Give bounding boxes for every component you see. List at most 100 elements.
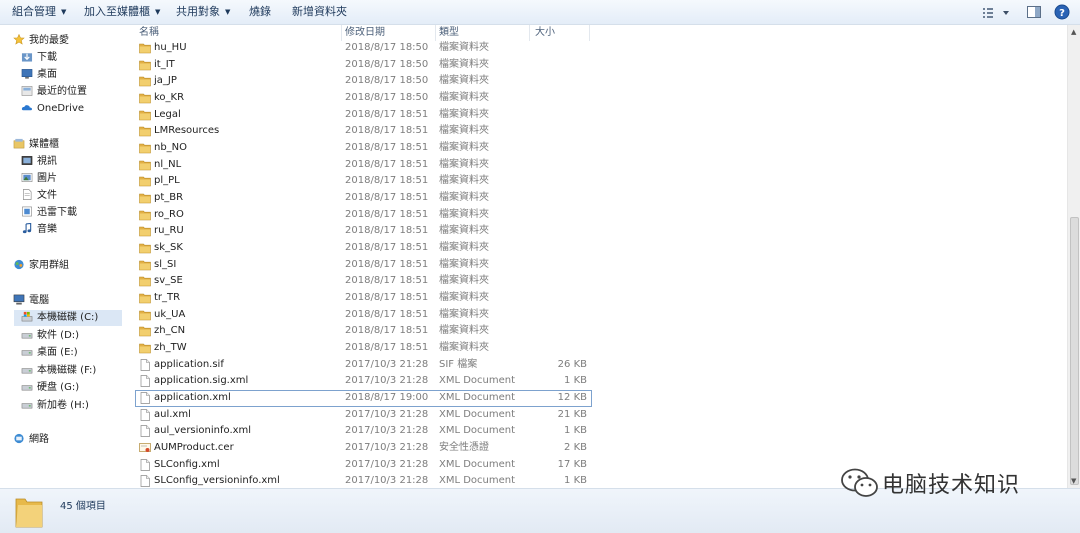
file-row[interactable]: zh_CN 2018/8/17 18:51 檔案資料夾 bbox=[127, 323, 1067, 339]
folder-icon bbox=[139, 43, 151, 54]
vertical-scrollbar[interactable]: ▲ ▼ bbox=[1067, 25, 1080, 488]
file-name: aul.xml bbox=[154, 409, 191, 420]
file-row[interactable]: uk_UA 2018/8/17 18:51 檔案資料夾 bbox=[127, 307, 1067, 323]
wechat-logo-icon bbox=[841, 468, 878, 497]
nav-xunlei[interactable]: 迅雷下載 bbox=[21, 205, 77, 221]
file-type: XML Document bbox=[439, 425, 516, 436]
file-name: pt_BR bbox=[154, 192, 184, 203]
nav-pictures[interactable]: 圖片 bbox=[21, 171, 57, 187]
file-type: 檔案資料夾 bbox=[439, 292, 489, 303]
nav-drive-g[interactable]: 硬盘 (G:) bbox=[21, 380, 79, 396]
nav-recent[interactable]: 最近的位置 bbox=[21, 84, 87, 100]
file-date: 2017/10/3 21:28 bbox=[345, 425, 429, 436]
file-row[interactable]: ru_RU 2018/8/17 18:51 檔案資料夾 bbox=[127, 223, 1067, 239]
organize-label: 組合管理 bbox=[12, 5, 56, 18]
column-header-size[interactable]: 大小 bbox=[535, 25, 555, 41]
nav-drive-d[interactable]: 軟件 (D:) bbox=[21, 328, 79, 344]
file-row[interactable]: sl_SI 2018/8/17 18:51 檔案資料夾 bbox=[127, 257, 1067, 273]
file-date: 2018/8/17 18:51 bbox=[345, 325, 429, 336]
file-row[interactable]: sk_SK 2018/8/17 18:51 檔案資料夾 bbox=[127, 240, 1067, 256]
file-type: 檔案資料夾 bbox=[439, 92, 489, 103]
file-name: uk_UA bbox=[154, 309, 186, 320]
column-divider[interactable] bbox=[589, 25, 590, 41]
nav-desktop-label: 桌面 bbox=[37, 69, 57, 80]
nav-music[interactable]: 音樂 bbox=[21, 222, 57, 238]
nav-drive-f[interactable]: 本機磁碟 (F:) bbox=[21, 363, 96, 379]
folder-icon bbox=[139, 210, 151, 221]
nav-homegroup[interactable]: 家用群組 bbox=[13, 258, 69, 274]
file-row[interactable]: sv_SE 2018/8/17 18:51 檔案資料夾 bbox=[127, 273, 1067, 289]
file-size bbox=[529, 323, 587, 339]
file-size bbox=[529, 223, 587, 239]
file-row[interactable]: ja_JP 2018/8/17 18:50 檔案資料夾 bbox=[127, 73, 1067, 89]
nav-drive-d-label: 軟件 (D:) bbox=[37, 330, 80, 341]
nav-favorites-label: 我的最愛 bbox=[29, 35, 69, 46]
nav-videos[interactable]: 視訊 bbox=[21, 154, 57, 170]
file-row[interactable]: nl_NL 2018/8/17 18:51 檔案資料夾 bbox=[127, 157, 1067, 173]
file-row[interactable]: Legal 2018/8/17 18:51 檔案資料夾 bbox=[127, 107, 1067, 123]
column-header-type[interactable]: 類型 bbox=[439, 25, 459, 41]
file-row[interactable]: LMResources 2018/8/17 18:51 檔案資料夾 bbox=[127, 123, 1067, 139]
nav-drive-e[interactable]: 桌面 (E:) bbox=[21, 345, 78, 361]
nav-network[interactable]: 網路 bbox=[13, 432, 49, 448]
file-row[interactable]: ro_RO 2018/8/17 18:51 檔案資料夾 bbox=[127, 207, 1067, 223]
file-icon bbox=[140, 409, 150, 421]
folder-icon bbox=[139, 160, 151, 171]
file-name: SLConfig_versioninfo.xml bbox=[154, 475, 280, 486]
nav-drive-c[interactable]: 本機磁碟 (C:) bbox=[14, 310, 122, 326]
file-row[interactable]: aul_versioninfo.xml 2017/10/3 21:28 XML Do… bbox=[127, 423, 1067, 439]
share-with-button[interactable]: 共用對象 ▼ bbox=[176, 5, 230, 19]
file-row[interactable]: hu_HU 2018/8/17 18:50 檔案資料夾 bbox=[127, 40, 1067, 56]
file-size bbox=[529, 123, 587, 139]
file-row[interactable]: application.xml 2018/8/17 19:00 XML Docume… bbox=[127, 390, 1067, 407]
file-size bbox=[529, 73, 587, 89]
column-header-date-label: 修改日期 bbox=[345, 27, 385, 38]
column-divider[interactable] bbox=[435, 25, 436, 41]
nav-downloads[interactable]: 下載 bbox=[21, 50, 57, 66]
view-options-button[interactable] bbox=[982, 4, 1012, 20]
column-header-name[interactable]: 名稱 bbox=[139, 25, 159, 41]
file-row[interactable]: aul.xml 2017/10/3 21:28 XML Document 21 KB bbox=[127, 407, 1067, 423]
column-divider[interactable] bbox=[529, 25, 530, 41]
nav-favorites[interactable]: 我的最愛 bbox=[13, 33, 69, 49]
music-icon bbox=[22, 223, 32, 234]
file-row[interactable]: application.sif 2017/10/3 21:28 SIF 檔案 26 K… bbox=[127, 357, 1067, 373]
file-name: ko_KR bbox=[154, 92, 185, 103]
scrollbar-thumb[interactable] bbox=[1070, 217, 1079, 485]
file-row[interactable]: AUMProduct.cer 2017/10/3 21:28 安全性憑證 2 KB bbox=[127, 440, 1067, 456]
file-row[interactable]: tr_TR 2018/8/17 18:51 檔案資料夾 bbox=[127, 290, 1067, 306]
help-button[interactable]: ? bbox=[1054, 4, 1070, 20]
folder-icon bbox=[139, 60, 151, 71]
folder-icon bbox=[139, 293, 151, 304]
column-header-date[interactable]: 修改日期 bbox=[345, 25, 385, 41]
scroll-down-icon[interactable]: ▼ bbox=[1071, 477, 1076, 485]
file-row[interactable]: pl_PL 2018/8/17 18:51 檔案資料夾 bbox=[127, 173, 1067, 189]
nav-onedrive[interactable]: OneDrive bbox=[21, 101, 84, 117]
add-to-library-button[interactable]: 加入至媒體櫃 ▼ bbox=[84, 5, 160, 19]
file-name: application.sig.xml bbox=[154, 375, 249, 386]
file-row[interactable]: ko_KR 2018/8/17 18:50 檔案資料夾 bbox=[127, 90, 1067, 106]
new-folder-button[interactable]: 新增資料夾 bbox=[292, 5, 347, 19]
nav-drive-h[interactable]: 新加卷 (H:) bbox=[21, 398, 89, 414]
nav-documents[interactable]: 文件 bbox=[21, 188, 57, 204]
burn-button[interactable]: 燒錄 bbox=[249, 5, 271, 19]
scroll-up-icon[interactable]: ▲ bbox=[1071, 28, 1076, 36]
nav-drive-c-label: 本機磁碟 (C:) bbox=[37, 312, 99, 323]
nav-desktop[interactable]: 桌面 bbox=[21, 67, 57, 83]
file-icon bbox=[140, 359, 150, 371]
file-size: 1 KB bbox=[564, 375, 587, 386]
file-row[interactable]: zh_TW 2018/8/17 18:51 檔案資料夾 bbox=[127, 340, 1067, 356]
column-divider[interactable] bbox=[341, 25, 342, 41]
file-row[interactable]: application.sig.xml 2017/10/3 21:28 XML Do… bbox=[127, 373, 1067, 389]
organize-button[interactable]: 組合管理 ▼ bbox=[12, 5, 66, 19]
file-name: aul_versioninfo.xml bbox=[154, 425, 252, 436]
file-row[interactable]: pt_BR 2018/8/17 18:51 檔案資料夾 bbox=[127, 190, 1067, 206]
preview-pane-button[interactable] bbox=[1026, 4, 1042, 20]
file-size bbox=[529, 40, 587, 56]
view-list-icon bbox=[983, 8, 1009, 18]
new-folder-label: 新增資料夾 bbox=[292, 5, 347, 18]
file-row[interactable]: it_IT 2018/8/17 18:50 檔案資料夾 bbox=[127, 57, 1067, 73]
file-row[interactable]: nb_NO 2018/8/17 18:51 檔案資料夾 bbox=[127, 140, 1067, 156]
nav-computer[interactable]: 電腦 bbox=[13, 293, 49, 309]
nav-libraries[interactable]: 媒體櫃 bbox=[13, 137, 59, 153]
